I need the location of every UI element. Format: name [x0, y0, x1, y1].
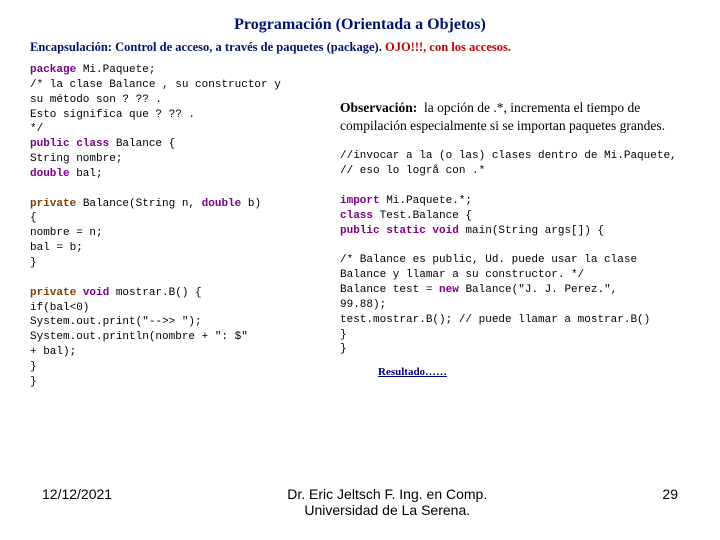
code-line: Balance test = — [340, 284, 439, 296]
code-line: } — [340, 329, 347, 341]
code-line: test.mostrar.B(); // puede llamar a most… — [340, 314, 650, 326]
code-line: Mi.Paquete; — [76, 64, 155, 76]
code-line: nombre = n; — [30, 227, 103, 239]
footer-date: 12/12/2021 — [42, 486, 112, 502]
kw: public class — [30, 138, 109, 150]
code-line: main(String args[]) { — [459, 225, 604, 237]
observation-note: Observación: la opción de .*, incrementa… — [340, 99, 680, 135]
code-line: // eso lo logrå con .* — [340, 165, 485, 177]
kw: package — [30, 64, 76, 76]
footer: 12/12/2021 Dr. Eric Jeltsch F. Ing. en C… — [0, 486, 720, 518]
code-line: if(bal<0) — [30, 302, 89, 314]
content-area: package Mi.Paquete; /* la clase Balance … — [30, 63, 690, 390]
code-line: System.out.print("-->> "); — [30, 316, 202, 328]
footer-page-number: 29 — [662, 486, 678, 502]
code-line: Balance { — [109, 138, 175, 150]
code-line: String nombre; — [30, 153, 122, 165]
footer-line2: Universidad de La Serena. — [304, 502, 470, 518]
code-line: bal; — [70, 168, 103, 180]
kw: import — [340, 195, 380, 207]
observation-label: Observación: — [340, 100, 417, 115]
code-line: */ — [30, 123, 43, 135]
footer-author: Dr. Eric Jeltsch F. Ing. en Comp. Univer… — [112, 486, 662, 518]
footer-line1: Dr. Eric Jeltsch F. Ing. en Comp. — [287, 486, 487, 502]
code-line: /* Balance es public, Ud. puede usar la … — [340, 254, 637, 266]
code-line: Balance("J. J. Perez.", — [459, 284, 617, 296]
kw: void — [76, 287, 109, 299]
code-line: System.out.println(nombre + ": $" — [30, 331, 248, 343]
kw: class — [340, 210, 373, 222]
kw: private — [30, 198, 76, 210]
kw: double — [202, 198, 242, 210]
code-line: mostrar.B() { — [109, 287, 201, 299]
code-line: Balance(String n, — [76, 198, 201, 210]
slide-subtitle: Encapsulación: Control de acceso, a trav… — [30, 40, 690, 55]
subtitle-text: Encapsulación: Control de acceso, a trav… — [30, 40, 385, 54]
slide-title: Programación (Orientada a Objetos) — [30, 16, 690, 34]
code-line: } — [30, 257, 37, 269]
result-link[interactable]: Resultado…… — [378, 365, 680, 380]
kw: double — [30, 168, 70, 180]
kw: private — [30, 287, 76, 299]
code-line: Esto significa que ? ?? . — [30, 109, 195, 121]
code-line: } — [30, 376, 37, 388]
kw: new — [439, 284, 459, 296]
code-line: { — [30, 212, 37, 224]
kw: public static void — [340, 225, 459, 237]
code-line: b) — [241, 198, 261, 210]
code-line: /* la clase Balance , su constructor y — [30, 79, 281, 91]
code-line: 99.88); — [340, 299, 386, 311]
code-block-left: package Mi.Paquete; /* la clase Balance … — [30, 63, 330, 390]
code-line: su método son ? ?? . — [30, 94, 162, 106]
code-line: //invocar a la (o las) clases dentro de … — [340, 150, 677, 162]
code-line: } — [340, 343, 347, 355]
code-line: bal = b; — [30, 242, 83, 254]
code-line: Balance y llamar a su constructor. */ — [340, 269, 584, 281]
right-column: Observación: la opción de .*, incrementa… — [340, 63, 680, 390]
subtitle-warning: OJO!!!, con los accesos. — [385, 40, 511, 54]
code-block-right: //invocar a la (o las) clases dentro de … — [340, 149, 680, 357]
slide: Programación (Orientada a Objetos) Encap… — [0, 0, 720, 540]
code-line: } — [30, 361, 37, 373]
code-line: Mi.Paquete.*; — [380, 195, 472, 207]
code-line: + bal); — [30, 346, 76, 358]
code-line: Test.Balance { — [373, 210, 472, 222]
